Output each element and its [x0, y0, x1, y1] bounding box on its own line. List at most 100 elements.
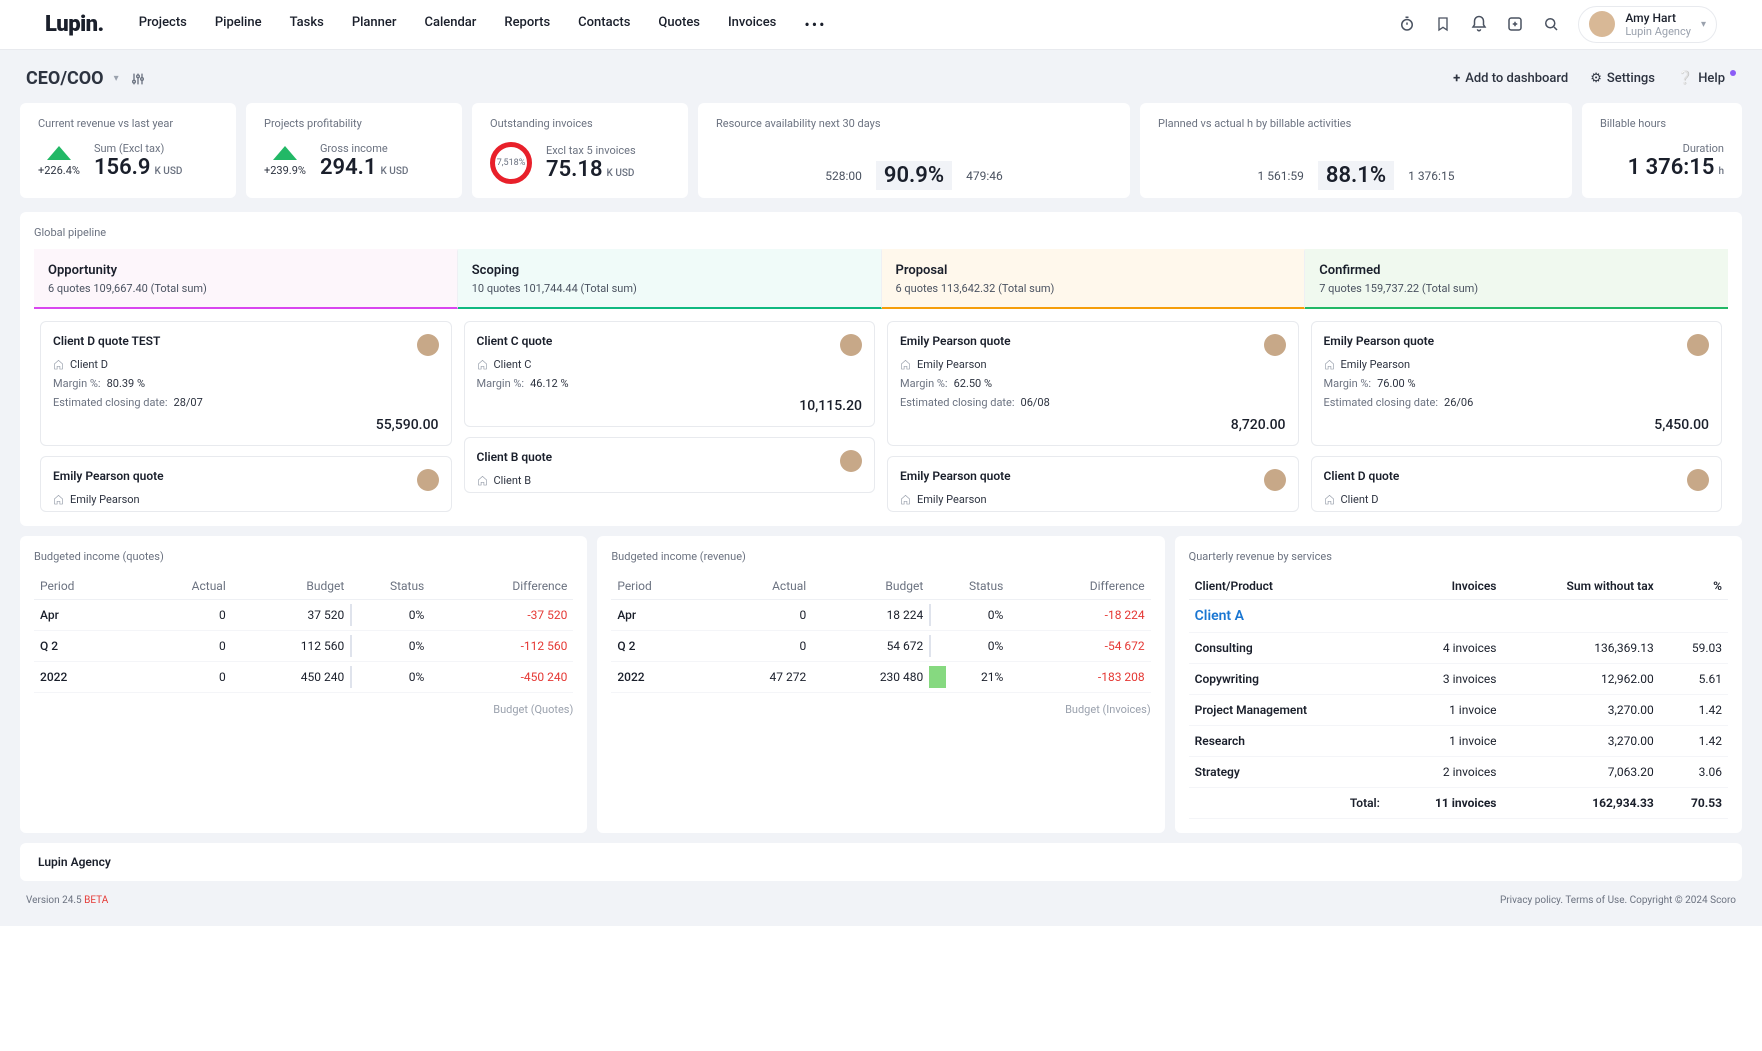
table-header[interactable]: Period [611, 573, 709, 600]
timer-icon[interactable] [1398, 15, 1416, 33]
help-button[interactable]: ❔Help [1677, 71, 1736, 86]
table-row[interactable]: Research1 invoice3,270.001.42 [1189, 726, 1728, 757]
card-client: Client C [494, 358, 532, 371]
pipeline-col-opportunity[interactable]: Opportunity 6 quotes 109,667.40 (Total s… [34, 249, 458, 309]
budget-quotes-table: PeriodActualBudgetStatusDifference Apr03… [34, 573, 573, 693]
table-row[interactable]: 20220450 240 0% -450 240 [34, 662, 573, 693]
table-header[interactable]: Sum without tax [1502, 573, 1659, 600]
card-margin: 76.00 % [1377, 377, 1415, 390]
page-title-chevron-icon[interactable]: ▾ [114, 73, 119, 84]
table-row[interactable]: Consulting4 invoices136,369.1359.03 [1189, 633, 1728, 664]
home-icon [900, 359, 911, 370]
table-row[interactable]: Project Management1 invoice3,270.001.42 [1189, 695, 1728, 726]
user-menu[interactable]: Amy Hart Lupin Agency ▾ [1578, 6, 1717, 44]
beta-badge: BETA [84, 895, 108, 906]
table-header[interactable]: Client/Product [1189, 573, 1386, 600]
bookmark-icon[interactable] [1434, 15, 1452, 33]
table-row[interactable]: Apr037 520 0% -37 520 [34, 600, 573, 631]
add-icon[interactable] [1506, 15, 1524, 33]
pipeline-card[interactable]: Emily Pearson quote Emily PearsonMargin … [1311, 321, 1723, 446]
pipeline-card[interactable]: Client D quote Client D [1311, 456, 1723, 512]
table-header[interactable]: Budget [232, 573, 350, 600]
kpi-pct: 90.9% [876, 161, 952, 190]
footer-agency: Lupin Agency [20, 843, 1742, 881]
kpi-pct: 88.1% [1318, 161, 1394, 190]
notification-dot-icon [1730, 70, 1736, 76]
pipeline-card[interactable]: Emily Pearson quote Emily Pearson [887, 456, 1299, 512]
nav-pipeline[interactable]: Pipeline [215, 15, 262, 34]
kpi-title: Planned vs actual h by billable activiti… [1158, 117, 1554, 130]
section-title: Quarterly revenue by services [1189, 550, 1728, 563]
global-pipeline-section: Global pipeline Opportunity 6 quotes 109… [20, 212, 1742, 526]
total-row: Total:11 invoices162,934.3370.53 [1189, 788, 1728, 819]
pipeline-card[interactable]: Client B quote Client BMargin %: 43.52 % [464, 437, 876, 493]
table-header[interactable]: Status [350, 573, 430, 600]
nav-projects[interactable]: Projects [139, 15, 187, 34]
home-icon [477, 475, 488, 486]
card-client: Client D [70, 358, 108, 371]
kpi-profitability[interactable]: Projects profitability +239.9% Gross inc… [246, 103, 462, 198]
kpi-billable-hours[interactable]: Billable hours Duration 1 376:15h [1582, 103, 1742, 198]
card-amount: 5,450.00 [1324, 417, 1710, 433]
quarterly-revenue-card: Quarterly revenue by services Client/Pro… [1175, 536, 1742, 833]
pipeline-card[interactable]: Client C quote Client CMargin %: 46.12 %… [464, 321, 876, 427]
settings-button[interactable]: ⚙Settings [1590, 71, 1655, 86]
budget-quotes-card: Budgeted income (quotes) PeriodActualBud… [20, 536, 587, 833]
nav-invoices[interactable]: Invoices [728, 15, 776, 34]
table-header[interactable]: Status [929, 573, 1009, 600]
home-icon [900, 494, 911, 505]
topbar-actions: Amy Hart Lupin Agency ▾ [1398, 6, 1717, 44]
page-header: CEO/COO ▾ +Add to dashboard ⚙Settings ❔H… [20, 68, 1742, 89]
up-arrow-icon [47, 146, 71, 160]
nav-tasks[interactable]: Tasks [290, 15, 324, 34]
table-header[interactable]: Difference [430, 573, 573, 600]
kpi-outstanding-invoices[interactable]: Outstanding invoices 7,518% Excl tax 5 i… [472, 103, 688, 198]
table-row[interactable]: Strategy2 invoices7,063.203.06 [1189, 757, 1728, 788]
table-header[interactable]: Invoices [1386, 573, 1503, 600]
pipeline-col-proposal[interactable]: Proposal 6 quotes 113,642.32 (Total sum) [882, 249, 1306, 309]
section-title: Budgeted income (quotes) [34, 550, 573, 563]
table-header[interactable]: Actual [133, 573, 232, 600]
table-row[interactable]: Q 2054 672 0% -54 672 [611, 631, 1150, 662]
nav-reports[interactable]: Reports [504, 15, 550, 34]
table-row[interactable]: Copywriting3 invoices12,962.005.61 [1189, 664, 1728, 695]
table-header[interactable]: Budget [812, 573, 929, 600]
nav-quotes[interactable]: Quotes [658, 15, 700, 34]
avatar [1687, 469, 1709, 491]
table-header[interactable]: Actual [709, 573, 812, 600]
nav-more-icon[interactable]: ••• [804, 15, 826, 34]
nav-contacts[interactable]: Contacts [578, 15, 630, 34]
sliders-icon[interactable] [129, 70, 147, 88]
table-row[interactable]: 202247 272230 480 21% -183 208 [611, 662, 1150, 693]
table-header[interactable]: % [1660, 573, 1728, 600]
kpi-title: Billable hours [1600, 117, 1724, 130]
table-header[interactable]: Period [34, 573, 133, 600]
home-icon [53, 359, 64, 370]
pipeline-card[interactable]: Emily Pearson quote Emily Pearson [40, 456, 452, 512]
nav-calendar[interactable]: Calendar [424, 15, 476, 34]
avatar [840, 334, 862, 356]
pipeline-col-confirmed[interactable]: Confirmed 7 quotes 159,737.22 (Total sum… [1305, 249, 1728, 309]
logo[interactable]: Lupin. [45, 12, 104, 37]
card-title: Client D quote [1324, 469, 1710, 483]
pipeline-card[interactable]: Emily Pearson quote Emily PearsonMargin … [887, 321, 1299, 446]
page-title[interactable]: CEO/COO [26, 68, 104, 89]
nav-planner[interactable]: Planner [352, 15, 397, 34]
table-header[interactable]: Difference [1009, 573, 1150, 600]
kpi-planned-vs-actual[interactable]: Planned vs actual h by billable activiti… [1140, 103, 1572, 198]
pipeline-col-scoping[interactable]: Scoping 10 quotes 101,744.44 (Total sum) [458, 249, 882, 309]
client-row[interactable]: Client A [1189, 600, 1728, 633]
search-icon[interactable] [1542, 15, 1560, 33]
pipeline-column: Emily Pearson quote Emily PearsonMargin … [881, 321, 1305, 512]
kpi-revenue[interactable]: Current revenue vs last year +226.4% Sum… [20, 103, 236, 198]
card-client: Emily Pearson [917, 493, 987, 506]
bell-icon[interactable] [1470, 15, 1488, 33]
add-to-dashboard-button[interactable]: +Add to dashboard [1453, 71, 1568, 86]
table-row[interactable]: Apr018 224 0% -18 224 [611, 600, 1150, 631]
kpi-resource-availability[interactable]: Resource availability next 30 days 528:0… [698, 103, 1130, 198]
legal-text[interactable]: Privacy policy. Terms of Use. Copyright … [1500, 895, 1736, 906]
card-amount: 8,720.00 [900, 417, 1286, 433]
table-row[interactable]: Q 20112 560 0% -112 560 [34, 631, 573, 662]
client-link[interactable]: Client A [1195, 608, 1244, 624]
pipeline-card[interactable]: Client D quote TEST Client DMargin %: 80… [40, 321, 452, 446]
